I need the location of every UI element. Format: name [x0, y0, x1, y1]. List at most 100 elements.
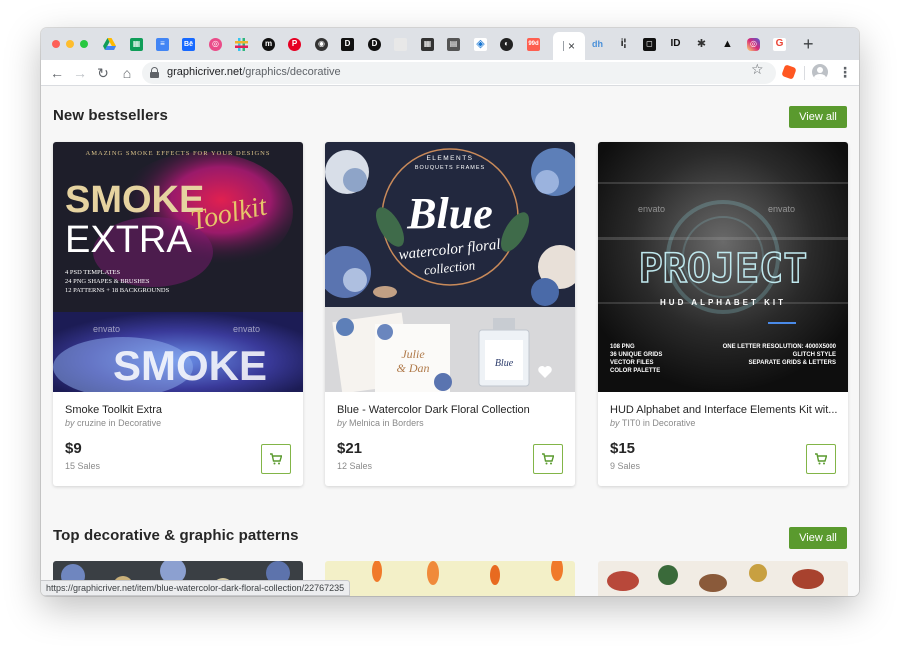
thumb-left-3: VECTOR FILES — [610, 360, 654, 366]
category-link[interactable]: Borders — [392, 418, 424, 428]
hud-alphabet-preview: envato envato PROJECT HUD ALPHABET KIT 1… — [598, 142, 848, 392]
product-thumbnail[interactable]: envato envato PROJECT HUD ALPHABET KIT 1… — [598, 142, 848, 392]
thumb-hud-subtitle: HUD ALPHABET KIT — [660, 298, 786, 307]
heart-icon[interactable] — [537, 364, 553, 380]
sketch-icon: ✱ — [696, 37, 707, 50]
author-link[interactable]: Melnica — [349, 418, 380, 428]
dribbble-icon: ◎ — [209, 37, 222, 51]
cart-icon — [542, 453, 554, 465]
tab-strip: ▦ ≡ Bē ◎ m P ◉ D D ▦ ▤ ◈ ◐ 99d × dh i¦ ◻… — [41, 28, 859, 60]
pattern-card[interactable] — [598, 561, 848, 596]
address-bar[interactable]: graphicriver.net/graphics/decorative — [142, 62, 776, 84]
tab-mention[interactable]: m — [260, 36, 277, 52]
product-price: $15 — [610, 440, 636, 457]
google-drive-icon — [103, 38, 116, 50]
category-link[interactable]: Decorative — [652, 418, 695, 428]
add-to-cart-button[interactable] — [261, 444, 291, 474]
url-text[interactable]: graphicriver.net/graphics/decorative — [167, 66, 341, 78]
status-bar-url: https://graphicriver.net/item/blue-water… — [41, 580, 351, 596]
tab-google-sheets[interactable]: ▦ — [128, 36, 145, 52]
tab-dd[interactable]: D — [339, 36, 356, 52]
cart-icon — [815, 453, 827, 465]
thumb-blue-text: Blue — [406, 189, 493, 238]
tab-id[interactable]: ID — [667, 36, 684, 52]
reload-icon[interactable]: ↻ — [95, 64, 111, 82]
tab-diamond[interactable]: ◈ — [472, 36, 489, 52]
home-icon[interactable]: ⌂ — [119, 64, 135, 82]
tab-behance[interactable]: Bē — [180, 36, 197, 52]
minimize-window-button[interactable] — [66, 40, 74, 48]
tab-slack[interactable] — [233, 36, 250, 52]
profile-avatar-icon[interactable] — [812, 64, 828, 80]
tab-a-logo[interactable]: ▲ — [719, 36, 736, 52]
tab-dribbble[interactable]: ◎ — [207, 36, 224, 52]
ij-icon: i¦ — [620, 38, 627, 49]
view-all-button[interactable]: View all — [789, 106, 847, 128]
mention-icon: m — [262, 37, 275, 51]
diamond-icon: ◈ — [474, 37, 487, 51]
by-label: by — [65, 418, 75, 428]
product-thumbnail[interactable]: ELEMENTS BOUQUETS FRAMES Blue watercolor… — [325, 142, 575, 392]
tab-divider — [562, 41, 564, 51]
tab-figma[interactable]: ◐ — [498, 36, 515, 52]
tab-99designs[interactable]: 99d — [525, 36, 542, 52]
bookmark-star-icon[interactable]: ☆ — [751, 61, 764, 78]
author-link[interactable]: cruzine — [77, 418, 106, 428]
tab-d-circle[interactable]: D — [366, 36, 383, 52]
zoom-window-button[interactable] — [80, 40, 88, 48]
back-arrow-icon[interactable]: ← — [49, 64, 65, 82]
mushroom-pattern-preview — [607, 564, 824, 592]
thumb-project-text: PROJECT — [639, 246, 808, 292]
tab-pinterest[interactable]: P — [286, 36, 303, 52]
product-card[interactable]: AMAZING SMOKE EFFECTS FOR YOUR DESIGNS S… — [53, 142, 303, 486]
close-window-button[interactable] — [52, 40, 60, 48]
close-tab-icon[interactable]: × — [568, 39, 575, 53]
thumb-left-4: COLOR PALETTE — [610, 368, 660, 374]
tab-active[interactable]: × — [553, 32, 585, 60]
more-menu-icon[interactable]: ⋮ — [838, 63, 852, 81]
tab-qr2[interactable]: ▤ — [445, 36, 462, 52]
tab-ij[interactable]: i¦ — [615, 36, 632, 52]
pattern-card[interactable] — [325, 561, 575, 596]
thumb-extra-text: EXTRA — [65, 219, 192, 261]
tab-podcast[interactable]: ◉ — [313, 36, 330, 52]
figma-icon: ◐ — [500, 37, 513, 51]
product-price: $21 — [337, 440, 363, 457]
tab-square[interactable]: ◻ — [641, 36, 658, 52]
product-card[interactable]: ELEMENTS BOUQUETS FRAMES Blue watercolor… — [325, 142, 575, 486]
product-title[interactable]: HUD Alphabet and Interface Elements Kit … — [610, 404, 837, 416]
forward-arrow-icon[interactable]: → — [72, 64, 88, 82]
tab-google[interactable]: G — [771, 36, 788, 52]
thumb-bouquets-text: BOUQUETS FRAMES — [415, 165, 485, 171]
product-title[interactable]: Smoke Toolkit Extra — [65, 404, 162, 416]
thumb-right-2: GLITCH STYLE — [793, 352, 836, 358]
product-title[interactable]: Blue - Watercolor Dark Floral Collection — [337, 404, 530, 416]
tab-google-docs[interactable]: ≡ — [154, 36, 171, 52]
extension-icon[interactable] — [781, 64, 797, 80]
tab-qr[interactable]: ▦ — [419, 36, 436, 52]
tab-google-drive[interactable] — [101, 36, 118, 52]
new-tab-button[interactable]: + — [803, 34, 814, 55]
product-card[interactable]: envato envato PROJECT HUD ALPHABET KIT 1… — [598, 142, 848, 486]
browser-toolbar: ← → ↻ ⌂ graphicriver.net/graphics/decora… — [41, 60, 859, 86]
thumb-bottle-text: Blue — [495, 358, 514, 369]
envato-watermark: envato — [93, 324, 120, 334]
tab-instagram[interactable]: ◎ — [745, 36, 762, 52]
google-sheets-icon: ▦ — [130, 37, 143, 51]
lock-icon — [150, 67, 159, 78]
tab-dh[interactable]: dh — [589, 36, 606, 52]
tab-blank[interactable] — [392, 36, 409, 52]
blue-floral-preview: ELEMENTS BOUQUETS FRAMES Blue watercolor… — [325, 142, 575, 392]
view-all-button[interactable]: View all — [789, 527, 847, 549]
add-to-cart-button[interactable] — [533, 444, 563, 474]
behance-icon: Bē — [182, 37, 195, 51]
add-to-cart-button[interactable] — [806, 444, 836, 474]
tab-sketch[interactable]: ✱ — [693, 36, 710, 52]
qr-alt-icon: ▤ — [447, 37, 460, 51]
in-label: in — [642, 418, 650, 428]
category-link[interactable]: Decorative — [118, 418, 161, 428]
99designs-icon: 99d — [527, 37, 540, 51]
author-link[interactable]: TIT0 — [622, 418, 641, 428]
thumb-top-text: AMAZING SMOKE EFFECTS FOR YOUR DESIGNS — [86, 150, 271, 157]
product-thumbnail[interactable]: AMAZING SMOKE EFFECTS FOR YOUR DESIGNS S… — [53, 142, 303, 392]
